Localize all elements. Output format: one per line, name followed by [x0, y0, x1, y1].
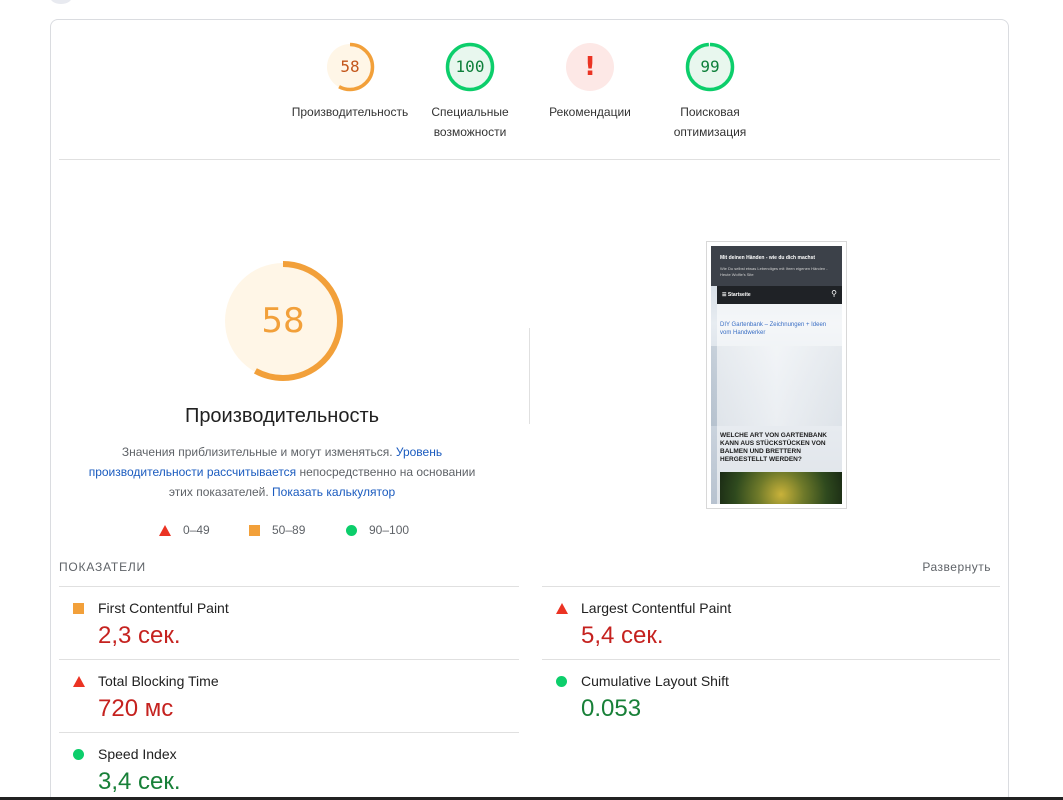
- performance-label: Производительность: [291, 105, 409, 119]
- vertical-separator: [529, 328, 530, 424]
- best-practices-alert-icon: !: [584, 52, 596, 82]
- accessibility-label: Специальные возможности: [431, 105, 509, 139]
- header-divider: [59, 159, 1000, 160]
- metric-fcp: First Contentful Paint 2,3 сек.: [59, 586, 519, 659]
- screenshot-heading: WELCHE ART VON GARTENBANK KANN AUS STÜCK…: [720, 432, 828, 463]
- metric-lcp-value: 5,4 сек.: [581, 622, 664, 649]
- desc-text-1: Значения приблизительные и могут изменят…: [121, 445, 396, 459]
- legend-average-label: 50–89: [272, 523, 306, 537]
- seo-mini-score: 99: [700, 57, 720, 76]
- performance-title: Производительность: [184, 405, 380, 427]
- screenshot-nav: ☰ Startseite ⚲: [717, 286, 842, 304]
- metric-tbt-value: 720 мс: [98, 695, 174, 722]
- metric-si-name: Speed Index: [98, 746, 177, 762]
- performance-big-gauge: 58: [222, 260, 344, 382]
- screenshot-garden-photo: [720, 472, 842, 504]
- top-stub: [50, 0, 72, 4]
- metric-si-value: 3,4 сек.: [98, 768, 181, 795]
- performance-description: Значения приблизительные и могут изменят…: [81, 442, 483, 502]
- performance-mini-score: 58: [340, 57, 360, 76]
- seo-label: Поисковая оптимизация: [673, 105, 747, 139]
- report-card: 58 Производительность 100 Специальные во…: [50, 19, 1009, 800]
- final-screenshot[interactable]: Mit deinen Händen - wie du dich machst W…: [706, 241, 847, 509]
- metric-lcp: Largest Contentful Paint 5,4 сек.: [542, 586, 1000, 659]
- category-gauges: 58 Производительность 100 Специальные во…: [51, 20, 1008, 159]
- gauge-performance[interactable]: 58 Производительность: [280, 42, 420, 122]
- accessibility-mini-score: 100: [455, 57, 485, 76]
- accessibility-mini-gauge: 100: [445, 42, 495, 92]
- gauge-best-practices[interactable]: ! Рекомендации: [520, 42, 660, 122]
- gauge-seo[interactable]: 99 Поисковая оптимизация: [640, 42, 780, 142]
- metric-cls: Cumulative Layout Shift 0.053: [542, 659, 1000, 732]
- screenshot-post-link: DIY Gartenbank – Zeichnungen + Ideen vom…: [720, 322, 827, 336]
- metric-si: Speed Index 3,4 сек.: [59, 732, 519, 800]
- metric-tbt-name: Total Blocking Time: [98, 673, 219, 689]
- screenshot-image: Mit deinen Händen - wie du dich machst W…: [711, 246, 842, 504]
- metric-fcp-value: 2,3 сек.: [98, 622, 181, 649]
- triangle-icon: [159, 524, 171, 536]
- expand-button[interactable]: Развернуть: [922, 560, 991, 574]
- triangle-icon: [73, 676, 85, 687]
- best-practices-mini-gauge: !: [565, 42, 615, 92]
- gauge-accessibility[interactable]: 100 Специальные возможности: [400, 42, 540, 142]
- performance-mini-gauge: 58: [325, 42, 375, 92]
- seo-mini-gauge: 99: [685, 42, 735, 92]
- triangle-icon: [556, 603, 568, 614]
- square-icon: [73, 603, 84, 614]
- square-icon: [249, 524, 260, 536]
- metric-lcp-name: Largest Contentful Paint: [581, 600, 732, 616]
- screenshot-site-subtitle: Wie Du selbst etwas Lebendiges mit Ihren…: [720, 266, 828, 277]
- metric-fcp-name: First Contentful Paint: [98, 600, 229, 616]
- metric-tbt: Total Blocking Time 720 мс: [59, 659, 519, 732]
- circle-icon: [556, 676, 567, 687]
- search-icon: ⚲: [831, 289, 837, 298]
- performance-big-score: 58: [261, 301, 305, 341]
- circle-icon: [73, 749, 84, 760]
- circle-icon: [346, 524, 357, 536]
- screenshot-site-title: Mit deinen Händen - wie du dich machst: [720, 255, 816, 261]
- legend-poor: 0–49: [159, 522, 210, 538]
- best-practices-label: Рекомендации: [549, 105, 631, 119]
- metric-cls-value: 0.053: [581, 695, 642, 722]
- legend-poor-label: 0–49: [183, 523, 210, 537]
- screenshot-header: Mit deinen Händen - wie du dich machst W…: [711, 246, 842, 286]
- legend-average: 50–89: [249, 522, 305, 538]
- legend-good-label: 90–100: [369, 523, 410, 537]
- metric-cls-name: Cumulative Layout Shift: [581, 673, 729, 689]
- metrics-title: ПОКАЗАТЕЛИ: [59, 560, 146, 574]
- screenshot-nav-label: ☰ Startseite: [722, 292, 751, 298]
- show-calculator-link[interactable]: Показать калькулятор: [272, 485, 395, 499]
- legend-good: 90–100: [346, 522, 409, 538]
